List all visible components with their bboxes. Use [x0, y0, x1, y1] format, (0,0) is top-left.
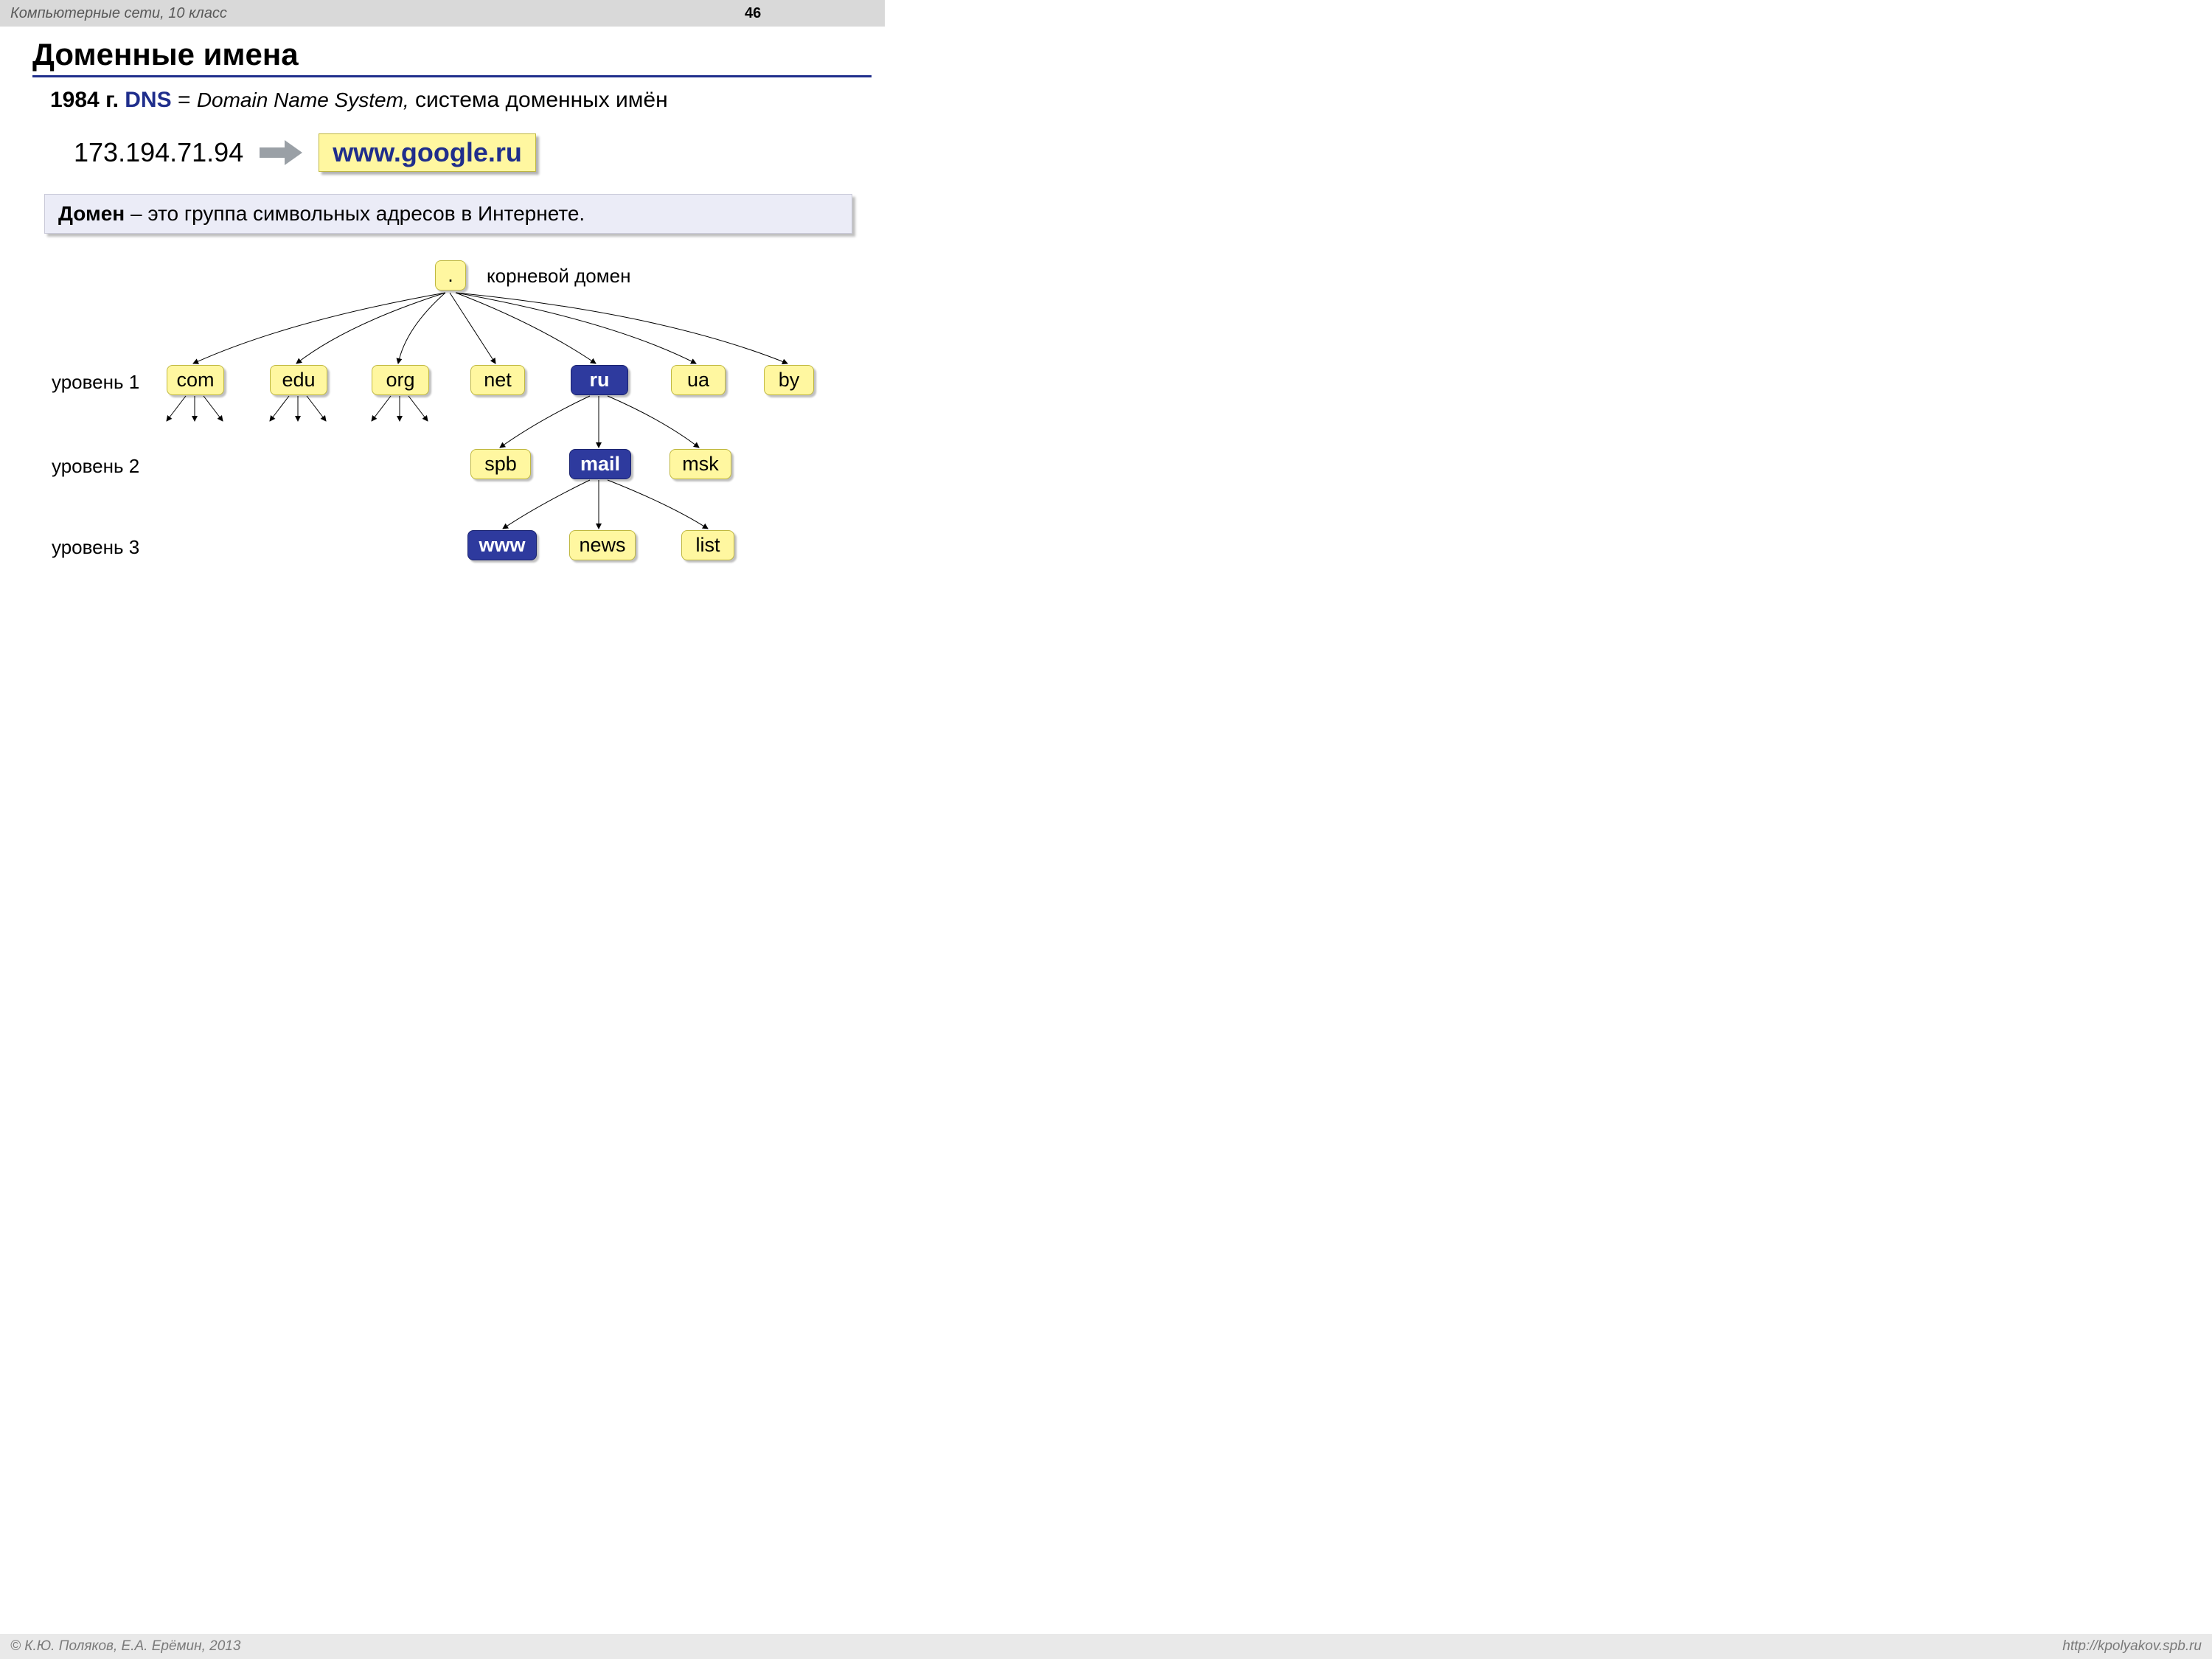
year: 1984 г. [50, 88, 119, 112]
node-com: com [167, 365, 224, 395]
node-www: www [467, 530, 537, 560]
dns-abbrev: DNS [125, 88, 171, 112]
node-mail: mail [569, 449, 631, 479]
footer-copyright: © К.Ю. Поляков, Е.А. Ерёмин, 2013 [10, 1638, 240, 1655]
node-spb: spb [470, 449, 531, 479]
node-org: org [372, 365, 429, 395]
ip-address: 173.194.71.94 [74, 137, 243, 168]
slide-title: Доменные имена [32, 37, 885, 72]
ip-to-domain-row: 173.194.71.94 www.google.ru [74, 133, 885, 172]
node-root: . [435, 260, 466, 291]
definition-term: Домен [58, 202, 125, 225]
domain-tree: . корневой домен уровень 1 уровень 2 уро… [22, 254, 863, 594]
node-news: news [569, 530, 636, 560]
node-edu: edu [270, 365, 327, 395]
dns-definition-line: 1984 г. DNS = Domain Name System, систем… [50, 88, 885, 113]
arrow-right-icon [260, 140, 302, 165]
node-ru: ru [571, 365, 628, 395]
level-1-label: уровень 1 [52, 371, 139, 394]
dns-english: Domain Name System, [197, 88, 409, 111]
footer-url: http://kpolyakov.spb.ru [2062, 1638, 2202, 1655]
dns-russian: система доменных имён [415, 88, 668, 112]
node-list: list [681, 530, 734, 560]
equals: = [178, 88, 191, 112]
course-title: Компьютерные сети, 10 класс [10, 5, 227, 22]
title-underline [32, 75, 872, 77]
node-by: by [764, 365, 814, 395]
google-domain-box: www.google.ru [319, 133, 536, 172]
definition-rest: – это группа символьных адресов в Интерн… [125, 202, 585, 225]
node-ua: ua [671, 365, 726, 395]
level-2-label: уровень 2 [52, 455, 139, 478]
root-label: корневой домен [487, 265, 630, 288]
page-number: 46 [745, 5, 761, 22]
node-net: net [470, 365, 525, 395]
node-msk: msk [669, 449, 731, 479]
domain-definition-box: Домен – это группа символьных адресов в … [44, 194, 852, 234]
level-3-label: уровень 3 [52, 536, 139, 559]
